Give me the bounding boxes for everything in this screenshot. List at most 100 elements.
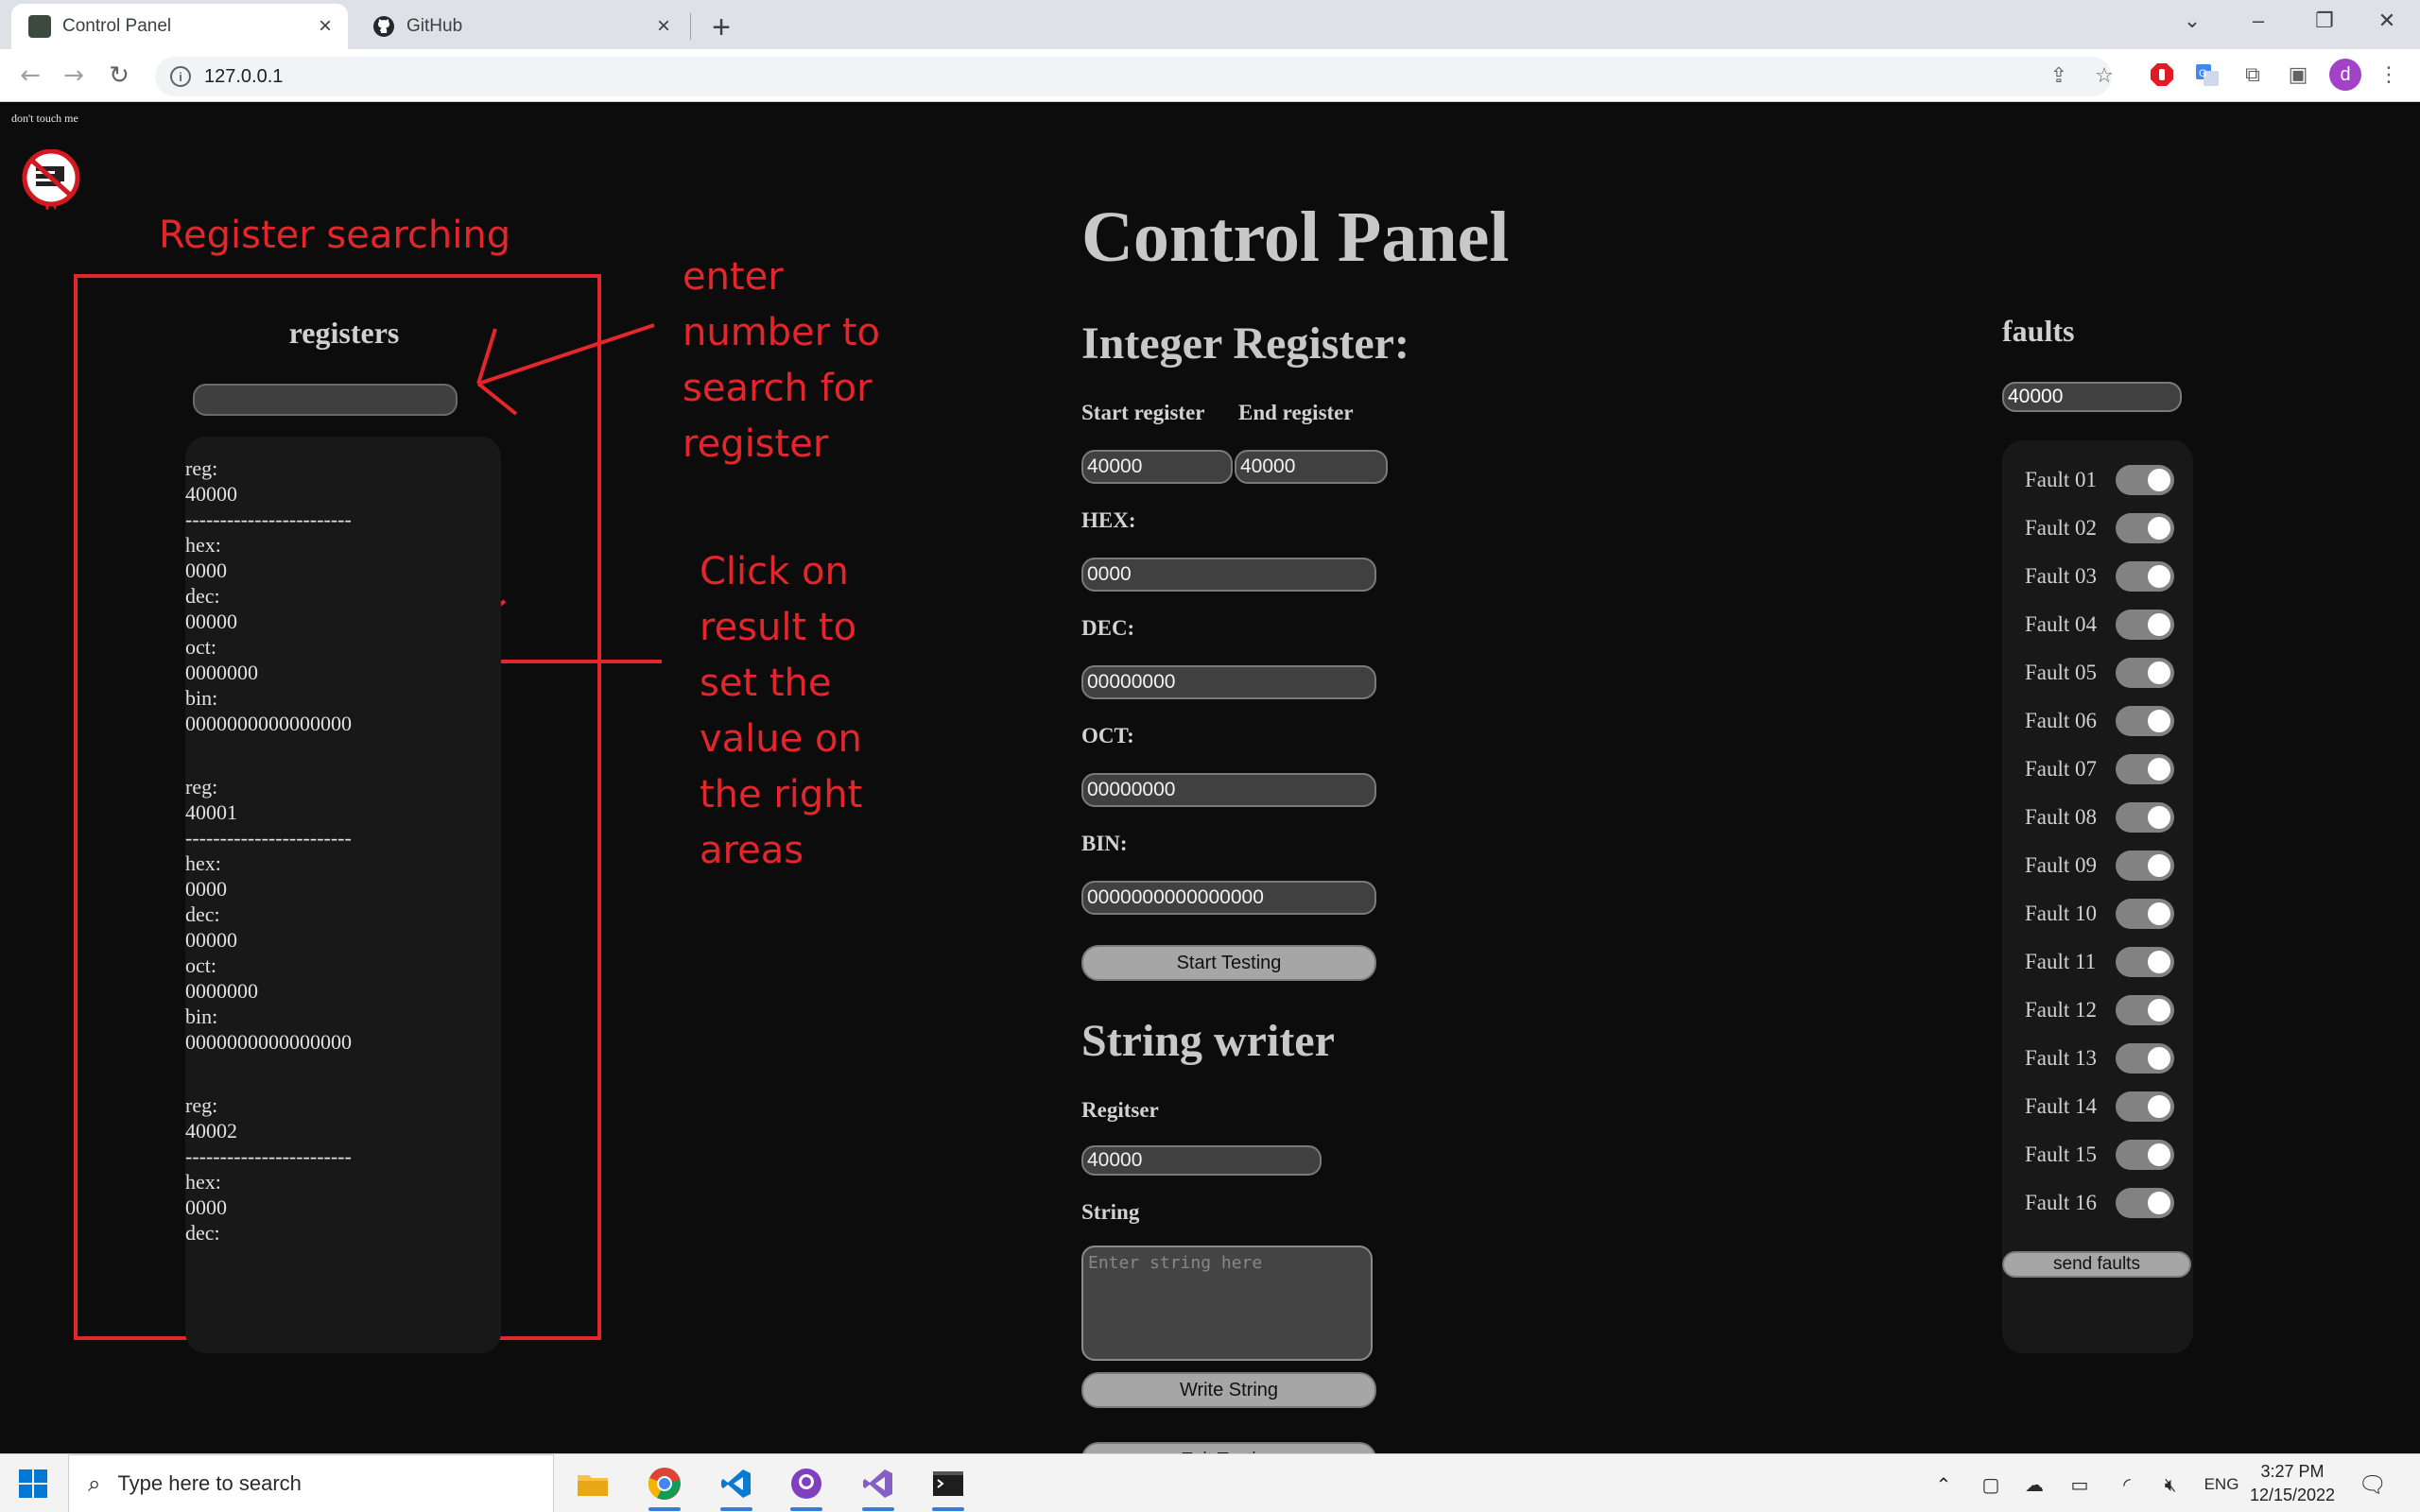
bin-input[interactable]: 0000000000000000 — [1081, 881, 1376, 915]
fault-toggle[interactable] — [2116, 561, 2174, 592]
start-testing-button[interactable]: Start Testing — [1081, 945, 1376, 981]
taskbar-search-box[interactable]: ⌕ Type here to search — [68, 1454, 554, 1512]
fault-toggle[interactable] — [2116, 1188, 2174, 1218]
fault-toggle[interactable] — [2116, 899, 2174, 929]
tab-title: Control Panel — [62, 16, 172, 36]
bin-label: bin: — [185, 686, 218, 710]
restore-button[interactable]: ❐ — [2291, 0, 2358, 42]
minimize-button[interactable]: – — [2225, 0, 2291, 42]
toggle-knob — [2148, 710, 2170, 732]
bin-label: BIN: — [1081, 832, 1128, 855]
address-bar[interactable]: i 127.0.0.1 — [155, 57, 2112, 96]
close-window-button[interactable]: ✕ — [2354, 0, 2420, 42]
send-faults-button[interactable]: send faults — [2002, 1251, 2191, 1278]
fault-label: Fault 14 — [2025, 1094, 2098, 1118]
file-explorer-icon[interactable] — [571, 1462, 614, 1505]
reg-label: reg: — [185, 1093, 218, 1117]
register-search-input[interactable] — [193, 384, 458, 416]
bookmark-star-icon[interactable]: ☆ — [2089, 60, 2119, 91]
dec-label: dec: — [185, 584, 220, 608]
fault-toggle[interactable] — [2116, 995, 2174, 1025]
translate-extension-icon[interactable]: G — [2191, 59, 2223, 91]
tab-search-icon[interactable]: ⌄ — [2159, 0, 2225, 42]
register-results-list[interactable]: reg: 40000 ------------------------ hex:… — [185, 437, 501, 1353]
share-icon[interactable]: ⇪ — [2044, 60, 2074, 91]
fault-row: Fault 10 — [2025, 895, 2186, 933]
hex-label: hex: — [185, 1170, 221, 1194]
fault-toggle[interactable] — [2116, 1140, 2174, 1170]
end-register-label: End register — [1238, 401, 1354, 424]
fault-toggle[interactable] — [2116, 1091, 2174, 1122]
dec-label: DEC: — [1081, 616, 1135, 640]
toggle-knob — [2148, 613, 2170, 636]
fault-toggle[interactable] — [2116, 754, 2174, 784]
site-info-icon[interactable]: i — [170, 66, 191, 87]
visual-studio-icon[interactable] — [856, 1462, 900, 1511]
fault-toggle[interactable] — [2116, 947, 2174, 977]
fault-row: Fault 13 — [2025, 1040, 2186, 1077]
vscode-icon[interactable] — [715, 1462, 758, 1511]
close-tab-icon[interactable]: × — [312, 13, 338, 40]
reload-icon[interactable]: ↻ — [100, 57, 138, 94]
side-panel-icon[interactable]: ▣ — [2282, 59, 2314, 91]
hex-value: 0000 — [185, 877, 227, 901]
string-register-input[interactable]: 40000 — [1081, 1145, 1322, 1176]
oct-label: oct: — [185, 954, 216, 977]
forward-icon[interactable]: → — [55, 57, 93, 94]
notifications-icon[interactable]: 🗨︎ — [2359, 1471, 2387, 1498]
onedrive-icon[interactable]: ☁ — [2021, 1471, 2048, 1498]
toggle-knob — [2148, 1143, 2170, 1166]
dec-input[interactable]: 00000000 — [1081, 665, 1376, 699]
string-textarea[interactable]: Enter string here — [1081, 1246, 1373, 1361]
new-tab-button[interactable]: + — [703, 9, 739, 45]
fault-row: Fault 12 — [2025, 991, 2186, 1029]
fault-toggle[interactable] — [2116, 802, 2174, 833]
svg-text:G: G — [2199, 68, 2207, 79]
tab-control-panel[interactable]: Control Panel × — [11, 4, 348, 49]
tab-github[interactable]: GitHub × — [355, 4, 686, 49]
language-indicator[interactable]: ENG — [2203, 1471, 2240, 1498]
back-icon[interactable]: ← — [11, 57, 49, 94]
profile-avatar[interactable]: d — [2329, 59, 2361, 91]
faults-list: Fault 01 Fault 02 Fault 03 Fault 04 Faul… — [2002, 440, 2193, 1353]
fault-label: Fault 12 — [2025, 998, 2098, 1022]
volume-muted-icon[interactable]: 🔇︎ — [2157, 1471, 2184, 1498]
fault-toggle[interactable] — [2116, 850, 2174, 881]
show-hidden-icons-icon[interactable]: ⌃ — [1930, 1471, 1957, 1498]
terminal-icon[interactable] — [926, 1462, 970, 1511]
wifi-icon[interactable]: ◜ — [2114, 1471, 2140, 1498]
hex-input[interactable]: 0000 — [1081, 558, 1376, 592]
adblock-extension-icon[interactable] — [2146, 59, 2178, 91]
bin-value: 0000000000000000 — [185, 712, 352, 735]
faults-register-input[interactable]: 40000 — [2002, 382, 2182, 412]
register-result-item[interactable]: reg: 40001 ------------------------ hex:… — [185, 774, 501, 1055]
start-register-input[interactable]: 40000 — [1081, 450, 1233, 484]
extensions-puzzle-icon[interactable]: ⧉ — [2237, 59, 2269, 91]
github-desktop-icon[interactable] — [785, 1462, 828, 1511]
fault-row: Fault 08 — [2025, 799, 2186, 836]
hex-label: hex: — [185, 851, 221, 875]
write-string-button[interactable]: Write String — [1081, 1372, 1376, 1408]
kebab-menu-icon[interactable]: ⋮ — [2373, 59, 2405, 91]
fault-toggle[interactable] — [2116, 658, 2174, 688]
browser-tab-strip: Control Panel × GitHub × + ⌄ – ❐ ✕ — [0, 0, 2420, 49]
clock-time: 3:27 PM — [2260, 1462, 2325, 1481]
fault-toggle[interactable] — [2116, 706, 2174, 736]
chrome-icon[interactable] — [643, 1462, 686, 1511]
register-result-item[interactable]: reg: 40002 ------------------------ hex:… — [185, 1092, 501, 1246]
fault-toggle[interactable] — [2116, 465, 2174, 495]
fault-toggle[interactable] — [2116, 1043, 2174, 1074]
windows-start-icon[interactable] — [19, 1469, 47, 1498]
toggle-knob — [2148, 517, 2170, 540]
close-tab-icon[interactable]: × — [650, 13, 677, 40]
meet-now-icon[interactable]: ▢ — [1978, 1471, 2004, 1498]
system-clock[interactable]: 3:27 PM 12/15/2022 — [2240, 1460, 2344, 1507]
battery-icon[interactable]: ▭ — [2066, 1471, 2093, 1498]
fault-toggle[interactable] — [2116, 610, 2174, 640]
oct-input[interactable]: 00000000 — [1081, 773, 1376, 807]
end-register-input[interactable]: 40000 — [1235, 450, 1388, 484]
register-result-item[interactable]: reg: 40000 ------------------------ hex:… — [185, 455, 501, 736]
fault-row: Fault 14 — [2025, 1088, 2186, 1125]
fault-label: Fault 03 — [2025, 564, 2098, 588]
fault-toggle[interactable] — [2116, 513, 2174, 543]
